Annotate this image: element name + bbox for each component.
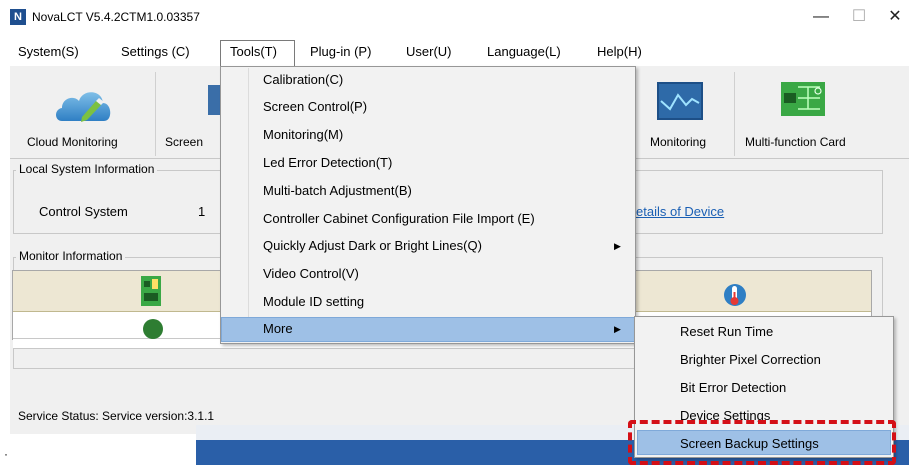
status-dot-icon <box>143 319 163 339</box>
chevron-right-icon: ▶ <box>614 241 621 251</box>
menu-item-multi-batch-adjustment[interactable]: Multi-batch Adjustment(B) <box>263 183 412 198</box>
monitor-info-title: Monitor Information <box>16 249 126 263</box>
window-title: NovaLCT V5.4.2CTM1.0.03357 <box>32 10 200 24</box>
menu-item-screen-control[interactable]: Screen Control(P) <box>263 99 367 114</box>
control-system-label: Control System <box>39 204 128 219</box>
menu-system[interactable]: System(S) <box>18 44 79 59</box>
menu-item-cabinet-config-import[interactable]: Controller Cabinet Configuration File Im… <box>263 211 535 226</box>
waveform-monitor-icon <box>657 82 703 120</box>
submenu-item-reset-run-time[interactable]: Reset Run Time <box>680 324 773 339</box>
menu-user[interactable]: User(U) <box>406 44 452 59</box>
toolbar-divider <box>155 72 156 156</box>
menu-item-more[interactable]: More <box>263 321 293 336</box>
left-bottom-area <box>0 434 196 465</box>
multifunction-card-button[interactable]: Multi-function Card <box>740 75 880 155</box>
service-status-text: Service Status: Service version:3.1.1 <box>18 409 215 423</box>
details-of-device-link[interactable]: etails of Device <box>636 204 724 219</box>
maximize-button[interactable]: ☐ <box>839 4 879 30</box>
cloud-pencil-icon <box>56 92 111 122</box>
menu-language[interactable]: Language(L) <box>487 44 561 59</box>
cloud-monitoring-label: Cloud Monitoring <box>27 135 118 149</box>
menu-item-led-error-detection[interactable]: Led Error Detection(T) <box>263 155 392 170</box>
screen-config-button[interactable]: Screen <box>160 75 220 155</box>
menu-help[interactable]: Help(H) <box>597 44 642 59</box>
window-left-edge <box>0 66 10 465</box>
multifunction-card-label: Multi-function Card <box>745 135 846 149</box>
submenu-item-bit-error-detection[interactable]: Bit Error Detection <box>680 380 786 395</box>
toolbar-divider <box>734 72 735 156</box>
menu-item-monitoring[interactable]: Monitoring(M) <box>263 127 343 142</box>
thermometer-icon <box>724 284 746 306</box>
menu-tools[interactable]: Tools(T) <box>230 44 277 59</box>
menu-plugin[interactable]: Plug-in (P) <box>310 44 371 59</box>
minimize-button[interactable]: — <box>801 4 841 30</box>
chevron-right-icon: ▶ <box>614 324 621 334</box>
submenu-item-brighter-pixel-correction[interactable]: Brighter Pixel Correction <box>680 352 821 367</box>
local-system-title: Local System Information <box>16 162 158 176</box>
menu-settings[interactable]: Settings (C) <box>121 44 190 59</box>
menu-item-video-control[interactable]: Video Control(V) <box>263 266 359 281</box>
monitoring-label: Monitoring <box>650 135 707 149</box>
annotation-highlight-box <box>628 420 896 465</box>
close-button[interactable]: ✕ <box>875 4 909 30</box>
control-system-count: 1 <box>198 204 206 219</box>
menu-item-module-id-setting[interactable]: Module ID setting <box>263 294 364 309</box>
circuit-board-icon <box>781 82 825 116</box>
menu-item-calibration[interactable]: Calibration(C) <box>263 72 343 87</box>
monitoring-button[interactable]: Monitoring <box>640 75 732 155</box>
stray-dot: · <box>4 447 8 461</box>
cloud-monitoring-button[interactable]: Cloud Monitoring <box>22 75 146 155</box>
app-logo-icon: N <box>10 9 26 25</box>
screen-config-label: Screen <box>165 135 204 149</box>
menu-item-adjust-dark-bright-lines[interactable]: Quickly Adjust Dark or Bright Lines(Q) <box>263 238 482 253</box>
chip-icon <box>141 276 161 306</box>
menu-gutter-divider <box>248 68 249 341</box>
monitor-icon <box>208 85 220 115</box>
